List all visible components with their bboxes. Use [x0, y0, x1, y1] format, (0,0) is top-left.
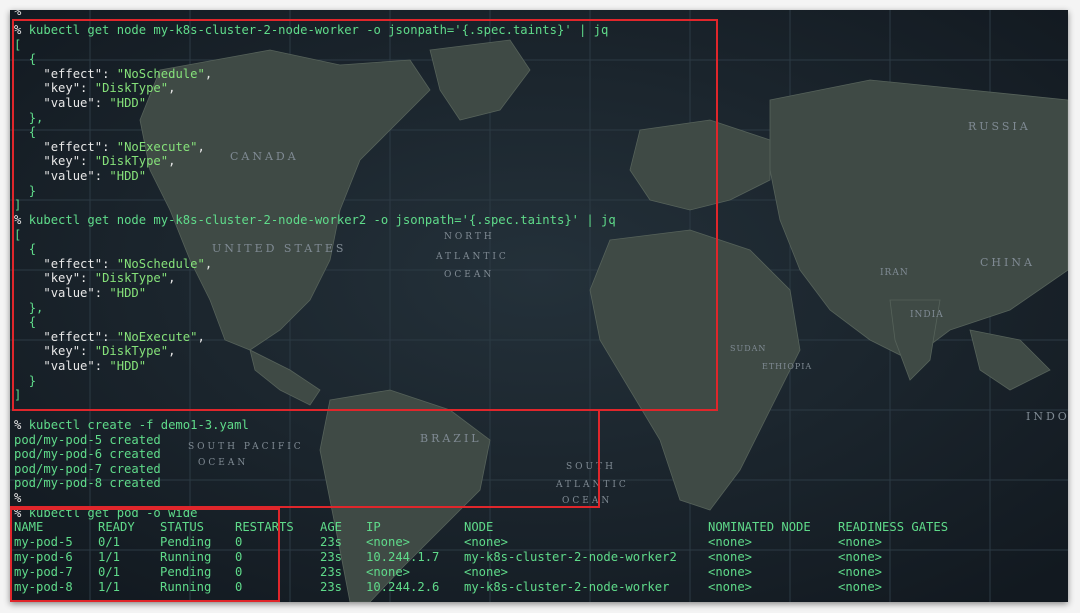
cell-nominated-node: <none>: [708, 565, 753, 579]
terminal-output[interactable]: % % kubectl get node my-k8s-cluster-2-no…: [10, 10, 1068, 602]
cell-node: my-k8s-cluster-2-node-worker: [464, 580, 670, 594]
col-header-ip: IP: [366, 520, 381, 534]
cell-ip: 10.244.2.6: [366, 580, 440, 594]
cell-node: <none>: [464, 535, 509, 549]
col-header-readiness-gates: READINESS GATES: [838, 520, 949, 534]
highlight-box-taints: [12, 19, 718, 411]
cell-node: <none>: [464, 565, 509, 579]
cell-age: 23s: [320, 565, 343, 579]
cell-nominated-node: <none>: [708, 550, 753, 564]
cell-readiness-gates: <none>: [838, 565, 883, 579]
highlight-box-create: [10, 410, 600, 508]
cell-nominated-node: <none>: [708, 580, 753, 594]
cell-age: 23s: [320, 580, 343, 594]
cell-readiness-gates: <none>: [838, 535, 883, 549]
cell-nominated-node: <none>: [708, 535, 753, 549]
prompt-symbol: %: [14, 10, 22, 18]
terminal-window[interactable]: CANADA RUSSIA UNITED STATES CHINA NORTH …: [10, 10, 1068, 602]
cell-readiness-gates: <none>: [838, 550, 883, 564]
cell-ip: <none>: [366, 565, 411, 579]
col-header-age: AGE: [320, 520, 343, 534]
cell-node: my-k8s-cluster-2-node-worker2: [464, 550, 677, 564]
cell-age: 23s: [320, 535, 343, 549]
cell-age: 23s: [320, 550, 343, 564]
col-header-nominated-node: NOMINATED NODE: [708, 520, 811, 534]
cell-ip: 10.244.1.7: [366, 550, 440, 564]
top-prompt-line: %: [14, 10, 21, 19]
cell-ip: <none>: [366, 535, 411, 549]
col-header-node: NODE: [464, 520, 494, 534]
cell-readiness-gates: <none>: [838, 580, 883, 594]
highlight-box-pods: [10, 508, 280, 602]
